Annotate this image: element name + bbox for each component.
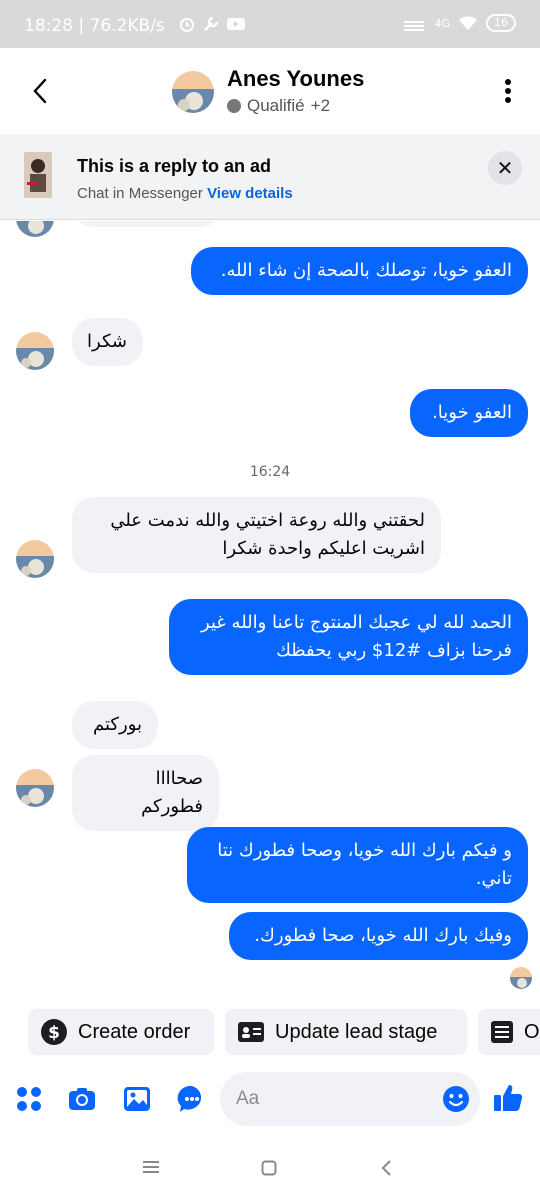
contact-avatar-small: [16, 221, 54, 237]
message-text: و فيكم بارك الله خويا، وصحا فطورك نتا: [217, 840, 512, 861]
wrench-icon: [204, 16, 219, 31]
thumbs-up-icon[interactable]: [492, 1082, 524, 1114]
youtube-icon: [227, 18, 245, 30]
message-bubble-outgoing[interactable]: وفيك بارك الله خويا، صحا فطورك.: [229, 912, 528, 960]
contact-name[interactable]: Anes Younes: [227, 66, 364, 92]
message-bubble-incoming[interactable]: بوركتم: [72, 701, 158, 749]
message-bubble-incoming[interactable]: شكرا: [72, 318, 143, 366]
more-quick-action-button[interactable]: O: [478, 1009, 540, 1055]
message-bubble-outgoing[interactable]: العفو خويا، توصلك بالصحة إن شاء الله.: [191, 247, 528, 295]
lead-stage-label: Qualifié: [247, 96, 305, 115]
chat-bubble-icon[interactable]: [177, 1084, 207, 1114]
message-text: بوركتم: [93, 714, 142, 735]
ad-banner-subtitle-text: Chat in Messenger: [77, 185, 203, 202]
lead-stage[interactable]: Qualifié +2: [227, 96, 330, 116]
more-options-icon[interactable]: [504, 78, 512, 104]
create-order-button[interactable]: $ Create order: [28, 1009, 214, 1055]
extra-tags-count: +2: [310, 96, 331, 115]
ad-banner-title: This is a reply to an ad: [77, 156, 272, 176]
status-bar: 18:28 | 76.2KB/s 4G 16: [0, 0, 540, 48]
message-text: الحمد لله لي عجبك المنتوج تاعنا والله غي…: [201, 612, 512, 633]
message-input[interactable]: Aa: [220, 1072, 480, 1126]
message-bubble-incoming[interactable]: صحاااا فطوركم: [72, 755, 219, 831]
message-text: وفيك بارك الله خويا، صحا فطورك.: [254, 925, 512, 946]
message-text: صحاااا فطوركم: [141, 768, 203, 817]
wifi-icon: [459, 16, 477, 30]
message-text: العفو خويا.: [432, 402, 512, 423]
status-notification-icons: [178, 15, 246, 33]
contact-avatar[interactable]: [172, 71, 214, 113]
view-details-link[interactable]: View details: [207, 185, 293, 202]
message-bubble-incoming-partial: [72, 221, 222, 227]
contact-avatar-small: [16, 540, 54, 578]
back-arrow-icon[interactable]: [26, 76, 56, 106]
status-dot-icon: [227, 99, 241, 113]
list-icon: [491, 1021, 513, 1043]
close-banner-button[interactable]: ✕: [488, 151, 522, 185]
camera-icon[interactable]: [67, 1084, 97, 1114]
create-order-label: Create order: [78, 1020, 191, 1043]
recent-apps-icon[interactable]: [143, 1160, 159, 1174]
contact-avatar-small: [16, 332, 54, 370]
message-bubble-outgoing[interactable]: و فيكم بارك الله خويا، وصحا فطورك نتا تا…: [187, 827, 528, 903]
message-text: فرحنا بزاف #12$ ربي يحفظك: [276, 640, 512, 661]
home-icon[interactable]: [261, 1160, 277, 1176]
quick-actions-bar: $ Create order Update lead stage O: [0, 1006, 540, 1058]
photo-gallery-icon[interactable]: [122, 1084, 152, 1114]
system-nav-bar: [0, 1140, 540, 1200]
message-input-placeholder: Aa: [236, 1088, 260, 1109]
close-icon: ✕: [496, 156, 514, 180]
ad-banner-subtitle: Chat in Messenger View details: [77, 185, 293, 202]
status-time: 18:28 | 76.2KB/s: [24, 16, 165, 36]
message-text: تاني.: [475, 868, 512, 889]
id-card-icon: [238, 1022, 264, 1042]
message-bubble-incoming[interactable]: لحقتني والله روعة اختيتي والله ندمت علي …: [72, 497, 441, 573]
message-timestamp: 16:24: [249, 464, 291, 480]
emoji-icon[interactable]: [442, 1085, 470, 1113]
message-bubble-outgoing[interactable]: الحمد لله لي عجبك المنتوج تاعنا والله غي…: [169, 599, 528, 675]
update-lead-stage-button[interactable]: Update lead stage: [225, 1009, 467, 1055]
message-text: اشريت اعليكم واحدة شكرا: [222, 538, 425, 559]
chat-header: Anes Younes Qualifié +2: [0, 48, 540, 134]
nav-back-icon[interactable]: [380, 1159, 394, 1177]
battery-indicator: 16: [486, 14, 516, 32]
signal-icon: [404, 21, 425, 31]
dollar-icon: $: [41, 1019, 67, 1045]
network-label: 4G: [434, 16, 450, 30]
ad-thumbnail[interactable]: [24, 152, 52, 198]
alarm-icon: [180, 18, 194, 32]
svg-text:$: $: [48, 1023, 60, 1043]
message-bubble-outgoing[interactable]: العفو خويا.: [410, 389, 528, 437]
message-text: شكرا: [87, 331, 127, 352]
message-text: العفو خويا، توصلك بالصحة إن شاء الله.: [220, 260, 512, 281]
more-quick-action-label: O: [524, 1020, 540, 1043]
message-text: لحقتني والله روعة اختيتي والله ندمت علي: [110, 510, 425, 531]
read-receipt-avatar: [510, 967, 532, 989]
update-lead-label: Update lead stage: [275, 1020, 438, 1043]
apps-grid-icon[interactable]: [14, 1084, 44, 1114]
message-composer: Aa: [0, 1070, 540, 1130]
message-thread[interactable]: العفو خويا، توصلك بالصحة إن شاء الله. شك…: [0, 221, 540, 1001]
ad-reply-banner: This is a reply to an ad Chat in Messeng…: [0, 134, 540, 220]
contact-avatar-small: [16, 769, 54, 807]
status-system-icons: 4G 16: [404, 14, 516, 32]
